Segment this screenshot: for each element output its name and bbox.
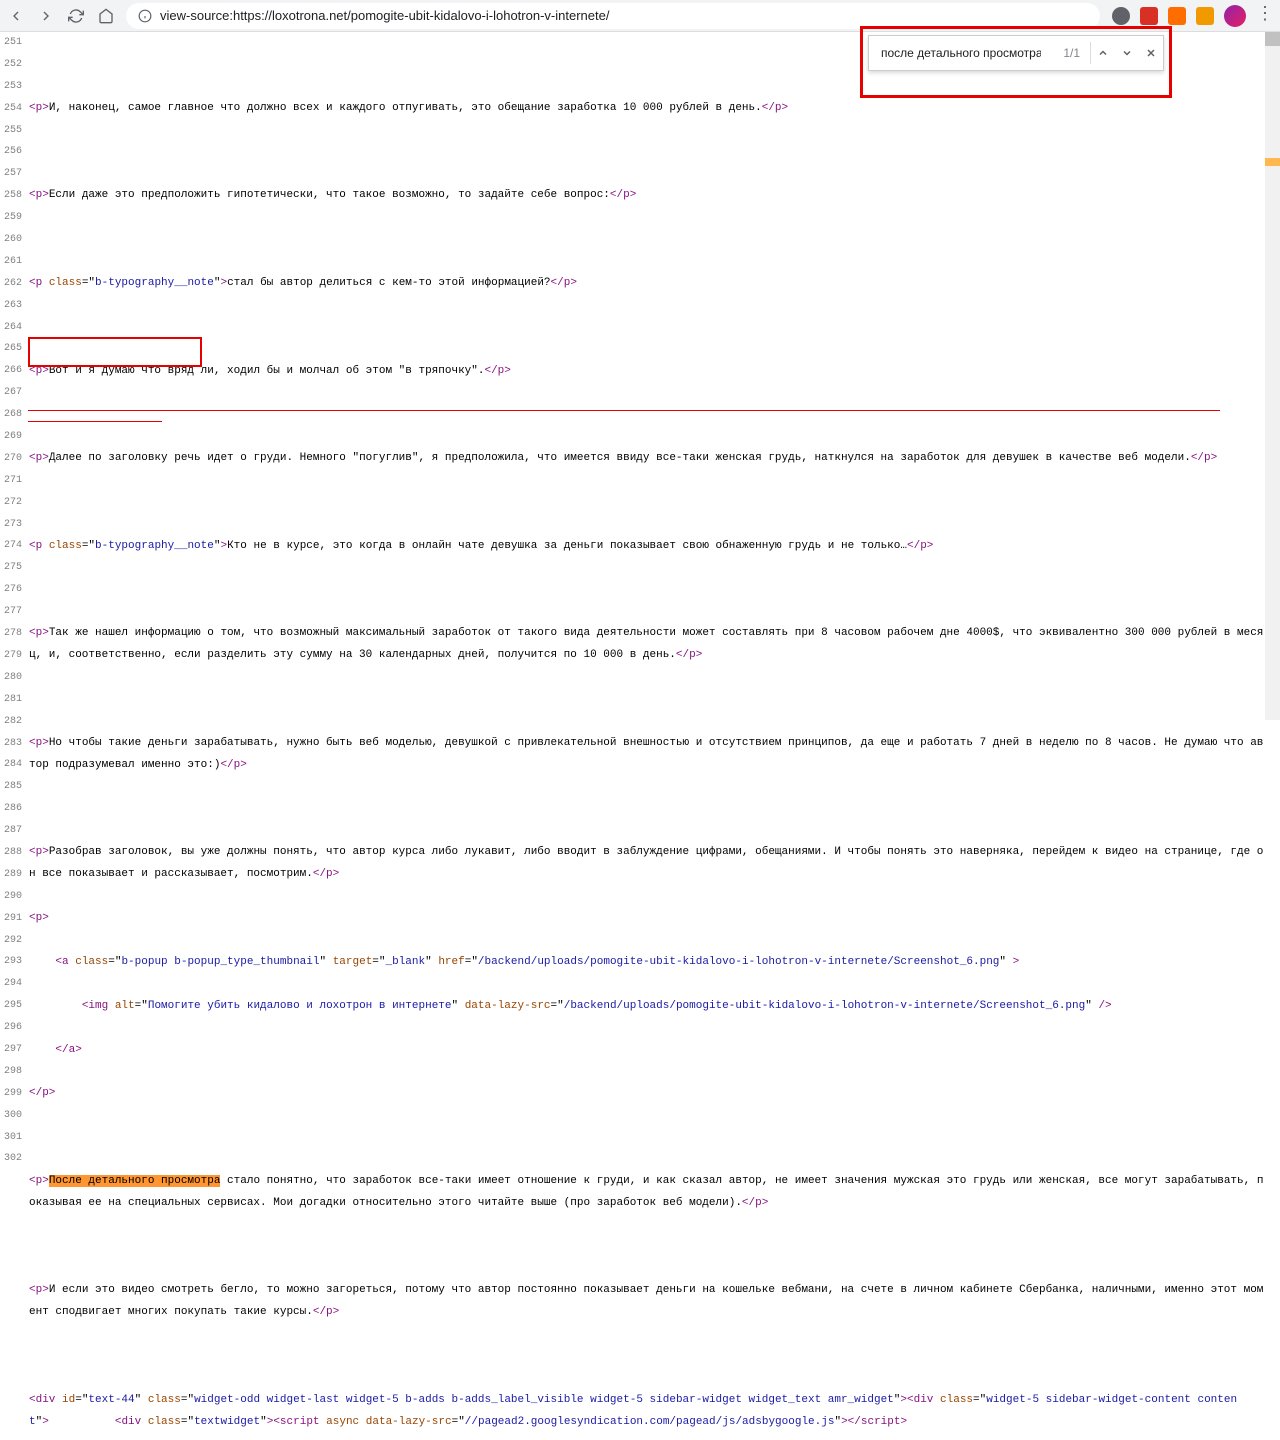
find-next-icon[interactable] <box>1115 47 1139 59</box>
scrollbar-thumb[interactable] <box>1265 32 1280 46</box>
ext-icon-4[interactable] <box>1196 7 1214 25</box>
home-icon[interactable] <box>98 8 114 24</box>
find-input[interactable] <box>869 46 1053 60</box>
forward-icon[interactable] <box>38 8 54 24</box>
page-info-icon[interactable] <box>138 9 152 23</box>
url-text: view-source:https://loxotrona.net/pomogi… <box>160 9 609 22</box>
avatar[interactable] <box>1224 5 1246 27</box>
ext-icon-3[interactable] <box>1168 7 1186 25</box>
find-close-icon[interactable] <box>1139 47 1163 59</box>
source-code: <p>И, наконец, самое главное что должно … <box>27 32 1265 720</box>
search-match: После детального просмотра <box>49 1175 221 1187</box>
menu-icon[interactable]: ⋮ <box>1256 9 1272 22</box>
ext-icon-1[interactable] <box>1112 7 1130 25</box>
line-gutter: 2512522532542552562572582592602612622632… <box>0 32 27 720</box>
back-icon[interactable] <box>8 8 24 24</box>
find-bar: 1/1 <box>868 35 1164 71</box>
reload-icon[interactable] <box>68 8 84 24</box>
find-count: 1/1 <box>1053 47 1090 60</box>
scrollbar-match-marker <box>1265 158 1280 166</box>
source-view: 2512522532542552562572582592602612622632… <box>0 32 1265 720</box>
scrollbar-track[interactable] <box>1265 32 1280 720</box>
ext-icon-2[interactable] <box>1140 7 1158 25</box>
url-bar[interactable]: view-source:https://loxotrona.net/pomogi… <box>126 3 1100 29</box>
find-prev-icon[interactable] <box>1091 47 1115 59</box>
